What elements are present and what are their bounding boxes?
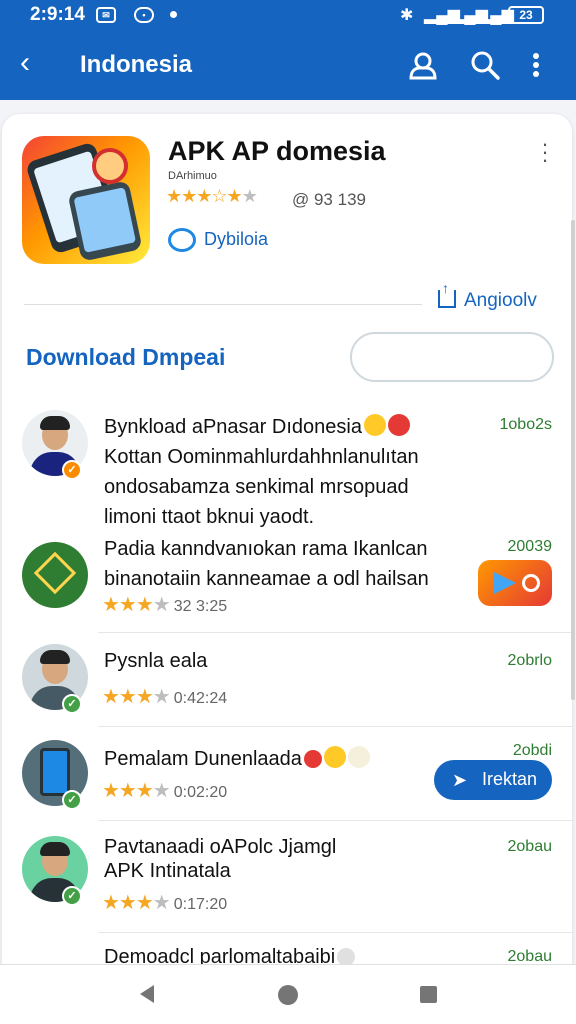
review-date: 20039 bbox=[507, 538, 553, 555]
verified-badge-icon: ✓ bbox=[62, 790, 82, 810]
review-date: 2obdi bbox=[512, 742, 552, 759]
app-title: APK AP domesia bbox=[168, 136, 386, 166]
star-rating-icon: ★★★☆★★ bbox=[166, 186, 258, 206]
search-icon[interactable] bbox=[468, 48, 502, 82]
app-rating-count: @ 93 139 bbox=[292, 190, 366, 209]
nav-back-icon[interactable] bbox=[140, 985, 154, 1003]
more-options-icon[interactable] bbox=[526, 48, 546, 82]
emoji-icon bbox=[347, 746, 370, 768]
bluetooth-icon: ✱ bbox=[400, 7, 414, 24]
app-rating-stars: ★★★☆★★ bbox=[166, 186, 258, 207]
review-title: Pysnla eala bbox=[104, 650, 208, 672]
review-rating: ★★★★ 0:17:20 bbox=[102, 892, 228, 914]
emoji-icon bbox=[303, 750, 322, 768]
app-detail-card: APK AP domesia DArhimuo ★★★☆★★ @ 93 139 … bbox=[2, 114, 572, 964]
app-avatar bbox=[22, 542, 88, 608]
page-title: Indonesia bbox=[80, 51, 193, 78]
share-icon bbox=[438, 280, 456, 308]
back-button[interactable]: ‹ bbox=[20, 48, 30, 78]
review-date: 2obrlo bbox=[507, 652, 552, 669]
verified-badge-icon: ✓ bbox=[62, 694, 82, 714]
review-rating: ★★★★ 0:02:20 bbox=[102, 780, 228, 802]
row-divider bbox=[98, 932, 572, 933]
review-rating: ★★★★ 0:42:24 bbox=[102, 686, 228, 708]
verified-badge-icon: ✓ bbox=[62, 460, 82, 480]
emoji-icon bbox=[337, 948, 356, 964]
notification-dot-icon bbox=[170, 11, 177, 18]
play-store-button[interactable] bbox=[478, 560, 552, 606]
verified-badge-icon: ✓ bbox=[62, 886, 82, 906]
system-nav-bar bbox=[0, 964, 576, 1024]
notification-icon: • bbox=[134, 7, 154, 23]
review-date: 2obau bbox=[507, 948, 553, 964]
review-body: Padia kanndvanıokan rama Ikanlcan binano… bbox=[104, 538, 429, 590]
review-rating: ★★★★ 32 3:25 bbox=[102, 594, 228, 616]
emoji-icon bbox=[363, 414, 386, 436]
nav-recents-icon[interactable] bbox=[420, 986, 437, 1003]
review-body: Kottan Oominmahlurdahhnlanulıtan ondosab… bbox=[104, 446, 419, 528]
nav-home-icon[interactable] bbox=[278, 985, 298, 1005]
play-icon bbox=[494, 572, 516, 594]
app-developer: DArhimuo bbox=[168, 170, 217, 182]
star-rating-icon: ★★★★ bbox=[102, 594, 171, 616]
battery-icon: 23 bbox=[508, 6, 544, 24]
circle-icon bbox=[522, 574, 540, 592]
message-icon: ✉ bbox=[96, 7, 116, 23]
app-logo-icon bbox=[22, 136, 150, 264]
account-icon[interactable] bbox=[406, 48, 440, 82]
emoji-icon bbox=[387, 414, 410, 436]
developer-link-label: Dybiloia bbox=[204, 228, 269, 249]
review-title: Pemalam Dunenlaada bbox=[104, 746, 370, 771]
action-button[interactable]: ➤ Irektan bbox=[434, 760, 552, 800]
app-bar: ‹ Indonesia bbox=[0, 32, 576, 100]
review-title: Bynkload aPnasar Dıdonesia bbox=[104, 414, 410, 439]
pin-icon: ➤ bbox=[452, 770, 468, 790]
review-title: Pavtanaadi oAPolc Jjamgl bbox=[104, 836, 337, 858]
star-rating-icon: ★★★★ bbox=[102, 780, 171, 802]
section-divider bbox=[24, 304, 422, 305]
scrollbar[interactable] bbox=[571, 220, 575, 700]
action-button-label: Irektan bbox=[482, 769, 538, 789]
download-section-title: Download Dmpeai bbox=[26, 344, 226, 370]
share-button[interactable]: Angioolv bbox=[438, 280, 537, 312]
star-rating-icon: ★★★★ bbox=[102, 892, 171, 914]
share-label: Angioolv bbox=[464, 290, 537, 311]
review-title: Demoadcl parlomaltabaibi bbox=[104, 946, 356, 964]
row-divider bbox=[98, 820, 572, 821]
row-divider bbox=[98, 632, 572, 633]
emoji-icon bbox=[323, 746, 346, 768]
review-subtitle: APK Intinatala bbox=[104, 860, 231, 882]
chat-bubble-icon bbox=[168, 228, 196, 252]
app-menu-icon[interactable]: · · · bbox=[539, 133, 551, 171]
row-divider bbox=[98, 726, 572, 727]
review-date: 2obau bbox=[507, 838, 553, 855]
download-input[interactable] bbox=[350, 332, 554, 382]
developer-link[interactable]: Dybiloia bbox=[168, 228, 268, 252]
status-bar: 2:9:14 ✉ • ✱ ▂▄▆ ▂▄▆ ▂▄▆ 23 bbox=[0, 0, 576, 32]
review-date: 1obo2s bbox=[499, 416, 553, 433]
status-time: 2:9:14 bbox=[30, 4, 85, 25]
star-rating-icon: ★★★★ bbox=[102, 686, 171, 708]
